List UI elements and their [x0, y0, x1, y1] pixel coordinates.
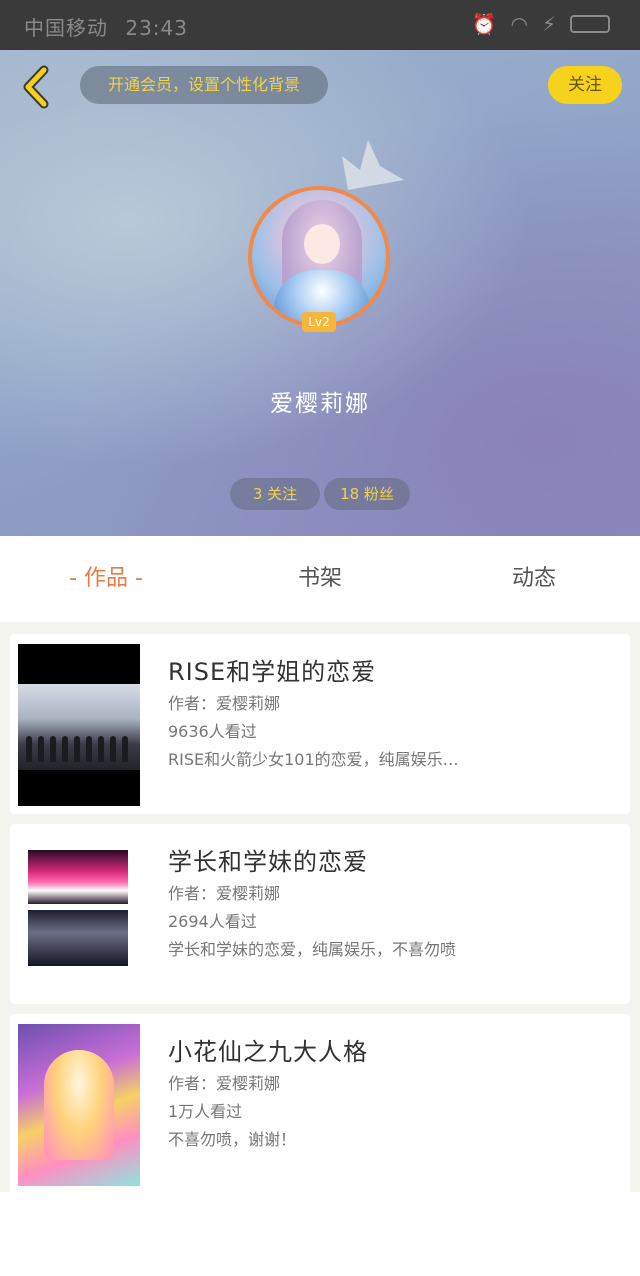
work-views: 2694人看过	[168, 912, 257, 931]
chevron-left-icon	[23, 65, 49, 109]
cover-photo-top	[28, 850, 128, 904]
work-title: RISE和学姐的恋爱	[168, 658, 377, 686]
status-icons: ⏰ ◠ ⚡	[472, 12, 610, 36]
work-author: 作者：爱樱莉娜	[168, 884, 281, 903]
status-left: 中国移动 23:43	[24, 12, 188, 41]
works-list: RISE和学姐的恋爱 作者：爱樱莉娜 9636人看过 RISE和火箭少女101的…	[0, 622, 640, 1194]
vip-background-promo[interactable]: 开通会员，设置个性化背景	[80, 66, 328, 104]
username: 爱樱莉娜	[270, 391, 370, 417]
work-views: 9636人看过	[168, 722, 257, 741]
work-description: RISE和火箭少女101的恋爱，纯属娱乐…	[168, 750, 459, 769]
follow-button[interactable]: 关注	[548, 66, 622, 104]
level-badge: Lv2	[302, 312, 336, 332]
alarm-icon: ⏰	[471, 12, 497, 36]
tab-works[interactable]: - 作品 -	[0, 536, 212, 622]
work-cover	[18, 834, 140, 996]
work-description: 不喜勿喷，谢谢！	[168, 1130, 297, 1149]
fans-count[interactable]: 18 粉丝	[324, 478, 410, 510]
battery-icon	[570, 15, 610, 33]
work-title: 小花仙之九大人格	[168, 1038, 368, 1066]
profile-tabs: - 作品 - 书架 动态	[0, 536, 640, 622]
tab-activity[interactable]: 动态	[428, 536, 640, 622]
cover-character	[44, 1050, 114, 1160]
avatar[interactable]	[248, 186, 390, 328]
work-cover	[18, 644, 140, 806]
clock: 23:43	[125, 16, 188, 40]
charging-icon: ⚡	[541, 12, 556, 36]
work-cover	[18, 1024, 140, 1186]
cover-photo-bottom	[28, 910, 128, 966]
following-count[interactable]: 3 关注	[230, 478, 320, 510]
back-button[interactable]	[16, 64, 60, 110]
work-author: 作者：爱樱莉娜	[168, 694, 281, 713]
status-bar: 中国移动 23:43 ⏰ ◠ ⚡	[0, 0, 640, 50]
work-author: 作者：爱樱莉娜	[168, 1074, 281, 1093]
avatar-face	[304, 224, 340, 264]
work-card[interactable]: RISE和学姐的恋爱 作者：爱樱莉娜 9636人看过 RISE和火箭少女101的…	[10, 634, 630, 814]
carrier-label: 中国移动	[24, 16, 108, 40]
cover-photo	[18, 684, 140, 770]
profile-header: 开通会员，设置个性化背景 关注 Lv2 爱樱莉娜 3 关注 18 粉丝	[0, 50, 640, 536]
work-views: 1万人看过	[168, 1102, 243, 1121]
tab-bookshelf[interactable]: 书架	[214, 536, 426, 622]
work-description: 学长和学妹的恋爱，纯属娱乐，不喜勿喷	[168, 940, 457, 959]
work-card[interactable]: 学长和学妹的恋爱 作者：爱樱莉娜 2694人看过 学长和学妹的恋爱，纯属娱乐，不…	[10, 824, 630, 1004]
work-title: 学长和学妹的恋爱	[168, 848, 368, 876]
work-card[interactable]: 小花仙之九大人格 作者：爱樱莉娜 1万人看过 不喜勿喷，谢谢！	[10, 1014, 630, 1194]
crown-icon	[342, 140, 404, 190]
wifi-icon: ◠	[510, 12, 528, 36]
